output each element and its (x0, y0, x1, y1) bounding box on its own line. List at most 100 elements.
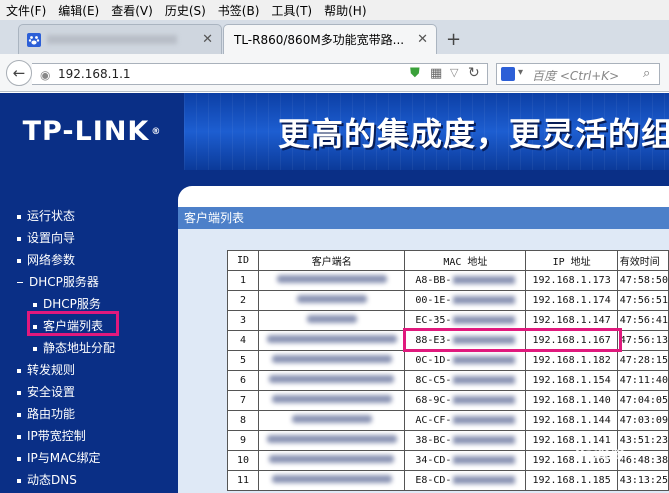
search-box[interactable]: ▾ 百度 <Ctrl+K> ⌕ (496, 63, 660, 85)
mac-prefix: 00-1E- (415, 295, 452, 306)
cell-id: 6 (226, 370, 260, 391)
highlight-box (403, 328, 622, 352)
table-row: 11 E8-CD- 192.168.1.185 43:13:25 (226, 470, 669, 491)
cell-id: 10 (226, 450, 260, 471)
cell-valid-time: 46:48:38 (616, 450, 669, 471)
menu-file[interactable]: 文件(F) (0, 2, 52, 19)
engine-dropdown-icon[interactable]: ▾ (518, 67, 523, 78)
search-icon[interactable]: ⌕ (643, 66, 650, 81)
sidebar-item-ip-mac-binding[interactable]: IP与MAC绑定 (17, 449, 101, 466)
cell-id: 5 (226, 350, 260, 371)
menu-edit[interactable]: 编辑(E) (52, 2, 105, 19)
cell-ip: 192.168.1.182 (525, 350, 618, 371)
back-button[interactable]: ← (6, 60, 32, 86)
table-header-row: ID 客户端名 MAC 地址 IP 地址 有效时间 (226, 250, 669, 271)
url-text[interactable]: 192.168.1.1 (58, 67, 131, 81)
cell-client-name-blurred (258, 430, 406, 451)
sidebar-item-routing[interactable]: 路由功能 (17, 405, 75, 422)
cell-mac: AC-CF- (404, 410, 527, 431)
mac-prefix: EC-35- (415, 315, 452, 326)
cell-mac: A8-BB- (404, 270, 527, 291)
close-tab-icon[interactable]: ✕ (417, 32, 428, 47)
sidebar-item-network[interactable]: 网络参数 (17, 251, 75, 268)
cell-id: 4 (226, 330, 260, 351)
cell-client-name-blurred (258, 410, 406, 431)
menu-bar: 文件(F) 编辑(E) 查看(V) 历史(S) 书签(B) 工具(T) 帮助(H… (0, 0, 669, 20)
cell-valid-time: 47:04:05 (616, 390, 669, 411)
dropdown-arrow-icon[interactable]: ▽ (450, 66, 458, 79)
table-row: 8 AC-CF- 192.168.1.144 47:03:09 (226, 410, 669, 431)
cell-client-name-blurred (258, 270, 406, 291)
cell-valid-time: 47:56:13 (616, 330, 669, 351)
shield-icon[interactable]: ⛊ (410, 66, 420, 81)
cell-client-name-blurred (258, 370, 406, 391)
url-bar[interactable]: ◉ 192.168.1.1 ⛊ ▦ ▽ ↻ (32, 63, 488, 85)
cell-client-name-blurred (258, 390, 406, 411)
sidebar-item-wizard[interactable]: 设置向导 (17, 229, 75, 246)
cell-valid-time: 47:58:50 (616, 270, 669, 291)
cell-mac: 8C-C5- (404, 370, 527, 391)
new-tab-button[interactable]: + (446, 29, 461, 50)
column-header-ip: IP 地址 (525, 250, 618, 271)
sidebar-item-forwarding[interactable]: 转发规则 (17, 361, 75, 378)
browser-window: { "menubar": { "items": ["文件(F)", "编辑(E)… (0, 0, 669, 493)
sidebar-item-dhcp-server[interactable]: DHCP服务器 (17, 273, 99, 290)
mac-prefix: 68-9C- (415, 395, 452, 406)
qr-code-icon[interactable]: ▦ (430, 66, 442, 81)
tab-router[interactable]: TL-R860/860M多功能宽带路... ✕ (223, 24, 437, 54)
slogan-text: 更高的集成度，更灵活的组 (278, 115, 669, 153)
cell-mac: 00-1E- (404, 290, 527, 311)
mac-prefix: 34-CD- (415, 455, 452, 466)
cell-valid-time: 47:03:09 (616, 410, 669, 431)
cell-client-name-blurred (258, 330, 406, 351)
cell-valid-time: 47:56:41 (616, 310, 669, 331)
navigation-bar: ◉ 192.168.1.1 ⛊ ▦ ▽ ↻ ← ▾ 百度 <Ctrl+K> ⌕ (0, 54, 669, 92)
sidebar-item-static-address[interactable]: 静态地址分配 (33, 339, 115, 356)
close-tab-icon[interactable]: ✕ (202, 32, 213, 47)
column-header-id: ID (226, 250, 260, 271)
highlight-box (27, 311, 119, 336)
cell-id: 9 (226, 430, 260, 451)
mac-prefix: 0C-1D- (415, 355, 452, 366)
table-row: 2 00-1E- 192.168.1.174 47:56:51 (226, 290, 669, 311)
cell-client-name-blurred (258, 450, 406, 471)
table-row: 5 0C-1D- 192.168.1.182 47:28:15 (226, 350, 669, 371)
cell-id: 2 (226, 290, 260, 311)
table-row: 7 68-9C- 192.168.1.140 47:04:05 (226, 390, 669, 411)
sidebar-item-status[interactable]: 运行状态 (17, 207, 75, 224)
mac-prefix: AC-CF- (415, 415, 452, 426)
cell-mac: 0C-1D- (404, 350, 527, 371)
menu-bookmarks[interactable]: 书签(B) (212, 2, 266, 19)
cell-client-name-blurred (258, 350, 406, 371)
panel-title: 客户端列表 (178, 207, 669, 229)
menu-tools[interactable]: 工具(T) (265, 2, 318, 19)
menu-history[interactable]: 历史(S) (159, 2, 212, 19)
cell-mac: 34-CD- (404, 450, 527, 471)
tab-baidu[interactable]: ✕ (18, 24, 222, 54)
cell-id: 11 (226, 470, 260, 491)
menu-view[interactable]: 查看(V) (105, 2, 159, 19)
table-row: 6 8C-C5- 192.168.1.154 47:11:40 (226, 370, 669, 391)
baidu-engine-icon[interactable] (501, 67, 515, 81)
cell-client-name-blurred (258, 470, 406, 491)
reload-icon[interactable]: ↻ (468, 65, 480, 81)
cell-valid-time: 47:28:15 (616, 350, 669, 371)
cell-valid-time: 43:51:23 (616, 430, 669, 451)
sidebar-item-bandwidth[interactable]: IP带宽控制 (17, 427, 86, 444)
tab-strip: ✕ TL-R860/860M多功能宽带路... ✕ (0, 20, 669, 54)
tab-title: TL-R860/860M多功能宽带路... (234, 33, 405, 47)
cell-ip: 192.168.1.154 (525, 370, 618, 391)
menu-help[interactable]: 帮助(H) (318, 2, 372, 19)
column-header-client-name: 客户端名 (258, 250, 406, 271)
tab-title-blurred (47, 35, 177, 44)
sidebar-item-dhcp-service[interactable]: DHCP服务 (33, 295, 101, 312)
mac-prefix: 8C-C5- (415, 375, 452, 386)
sidebar-item-ddns[interactable]: 动态DNS (17, 471, 77, 488)
sidebar-item-security[interactable]: 安全设置 (17, 383, 75, 400)
search-placeholder[interactable]: 百度 <Ctrl+K> (532, 67, 619, 84)
cell-mac: 38-BC- (404, 430, 527, 451)
watermark: Bai经验 (575, 447, 625, 462)
mac-prefix: E8-CD- (415, 475, 452, 486)
mac-prefix: A8-BB- (415, 275, 452, 286)
cell-ip: 192.168.1.140 (525, 390, 618, 411)
